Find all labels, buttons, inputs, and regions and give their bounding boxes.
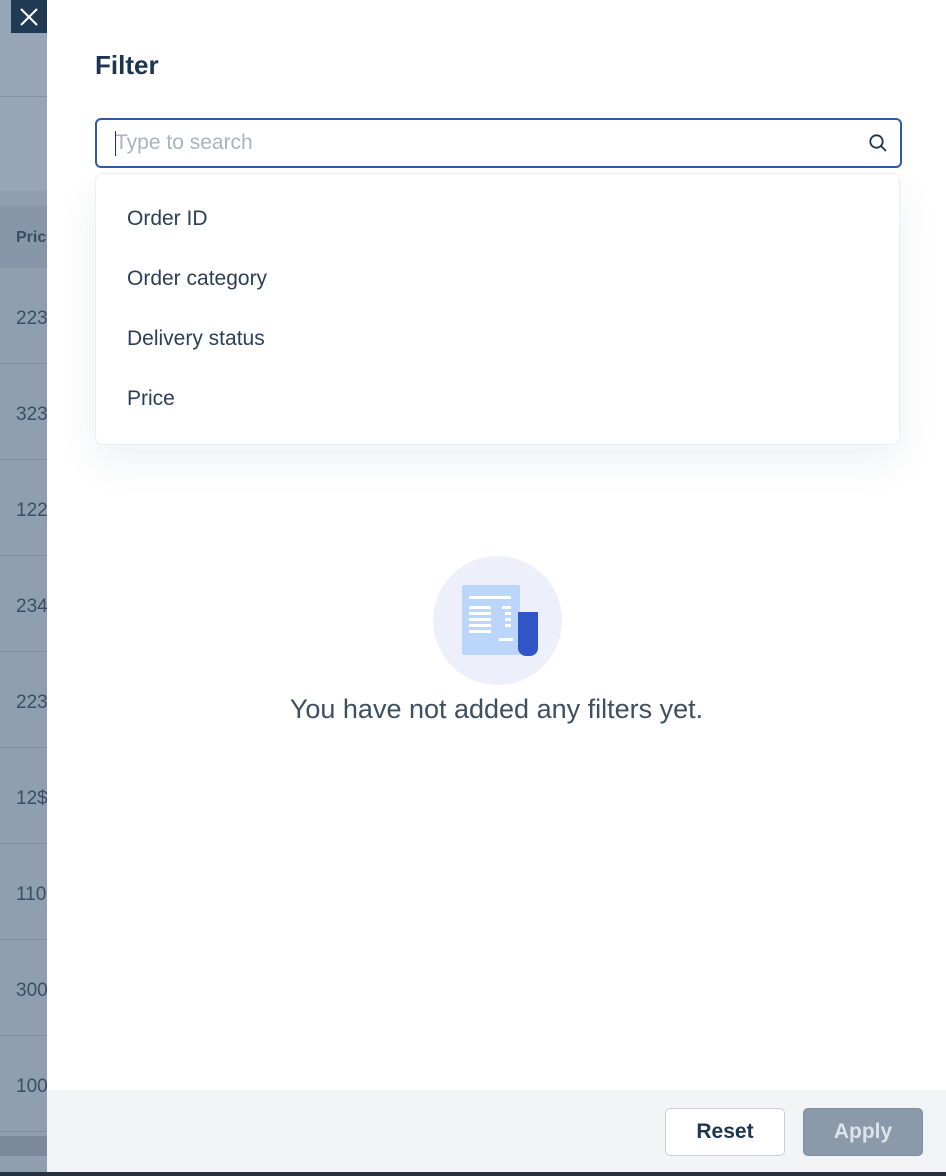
filter-field-dropdown: Order ID Order category Delivery status … [95,173,900,445]
background-cell: 100 [16,1076,48,1097]
close-drawer-button[interactable] [11,0,47,33]
drawer-footer: Reset Apply [47,1090,946,1172]
background-cell: 323 [16,404,48,425]
search-box[interactable] [95,118,902,168]
search-icon[interactable] [868,133,888,153]
dropdown-item-order-id[interactable]: Order ID [127,207,208,231]
reset-button[interactable]: Reset [665,1108,785,1156]
background-cell: 300 [16,980,48,1001]
document-icon [462,585,538,656]
background-cell: 223 [16,692,48,713]
background-column-header-label: Pric [16,229,47,246]
search-input[interactable] [115,128,845,158]
dropdown-item-delivery-status[interactable]: Delivery status [127,327,265,351]
drawer-title: Filter [95,50,159,80]
filter-drawer: Filter Order ID Order category Delivery … [47,0,946,1172]
background-bottom-bar [0,1172,946,1176]
apply-button[interactable]: Apply [803,1108,923,1156]
background-cell: 234 [16,596,48,617]
text-caret [115,131,116,156]
empty-state-illustration [433,556,562,685]
background-cell: 122 [16,500,48,521]
background-cell: 12$ [16,788,48,809]
dropdown-item-order-category[interactable]: Order category [127,267,267,291]
background-cell: 110 [16,884,47,905]
close-icon [20,7,38,26]
dropdown-item-price[interactable]: Price [127,387,175,411]
empty-state-message: You have not added any filters yet. [289,694,704,724]
background-cell: 223 [16,308,48,329]
